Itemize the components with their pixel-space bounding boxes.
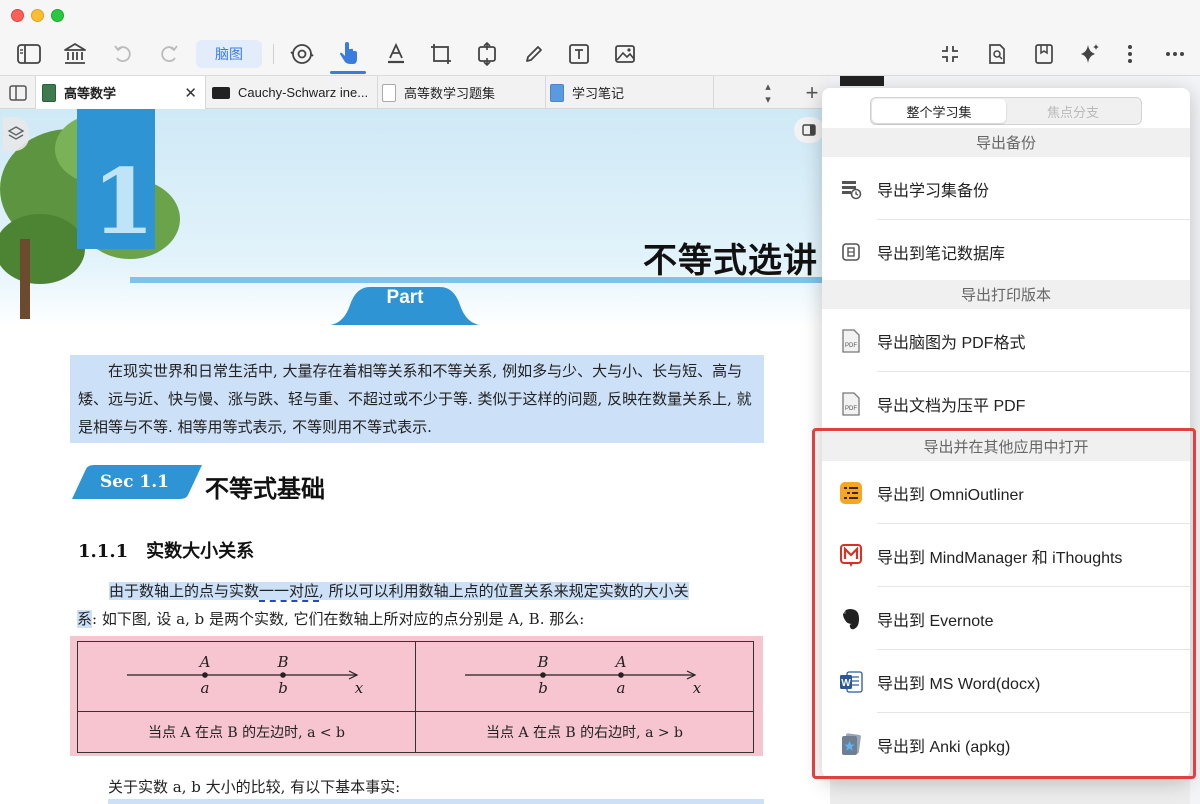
svg-text:PDF: PDF <box>845 406 857 412</box>
section-title: 不等式基础 <box>205 476 325 503</box>
tab-study-notes[interactable]: 学习笔记 <box>546 76 714 109</box>
close-tab-icon[interactable]: ✕ <box>184 84 197 102</box>
export-flat-pdf-item[interactable]: PDF 导出文档为压平 PDF <box>822 372 1190 435</box>
note-thumbnail-icon <box>212 86 230 99</box>
collapse-icon[interactable] <box>935 38 965 70</box>
axis-label: x <box>354 679 363 697</box>
item-label: 导出到笔记数据库 <box>877 245 1006 263</box>
section-header-print: 导出打印版本 <box>822 280 1190 309</box>
bookmark-icon[interactable] <box>1029 38 1059 70</box>
highlighted-text[interactable]: 系 <box>77 610 93 628</box>
axis-label: x <box>692 679 701 697</box>
paragraph-comparison: 关于实数 a, b 大小的比较, 有以下基本事实: <box>108 778 401 796</box>
panel-toggle-icon[interactable] <box>794 117 824 143</box>
book-cover-icon <box>42 83 56 102</box>
point-label: A <box>197 653 210 671</box>
export-mindmap-pdf-item[interactable]: PDF 导出脑图为 PDF格式 <box>822 309 1190 372</box>
chapter-number: 1 <box>92 149 155 255</box>
undo-icon[interactable] <box>108 38 138 70</box>
more-vertical-icon[interactable] <box>1118 38 1142 70</box>
redo-icon[interactable] <box>154 38 184 70</box>
paragraph-number-line: 由于数轴上的点与实数一一对应, 所以可以利用数轴上点的位置关系来规定实数的大小关… <box>77 582 689 628</box>
figure-cell-left: A B a b x <box>77 641 416 712</box>
export-set-backup-item[interactable]: 导出学习集备份 <box>822 157 1190 220</box>
dashed-annotation[interactable]: 一一对应 <box>259 582 320 602</box>
tab-gaodeng-shuxue[interactable]: 高等数学 ✕ <box>36 76 206 109</box>
tab-label: 学习笔记 <box>572 86 625 101</box>
tab-cauchy-schwarz[interactable]: Cauchy-Schwarz ine... <box>206 76 378 109</box>
value-label: a <box>200 679 209 697</box>
item-label: 导出文档为压平 PDF <box>877 397 1026 415</box>
image-icon[interactable] <box>610 38 640 70</box>
highlighted-text[interactable]: 由于数轴上的点与实数一一对应, 所以可以利用数轴上点的位置关系来规定实数的大小关 <box>109 582 689 602</box>
page-thumbnail[interactable] <box>840 76 884 86</box>
tab-overflow-chevron-icon[interactable]: ▴ ▾ <box>750 76 786 109</box>
number-line-diagram: A B a b x <box>126 653 363 697</box>
pdf-icon: PDF <box>839 391 863 416</box>
chapter-banner: 1 不等式选讲 Part <box>0 109 830 327</box>
more-horizontal-icon[interactable] <box>1160 38 1190 70</box>
mindmap-button[interactable]: 脑图 <box>196 40 262 68</box>
crop-frame-icon[interactable] <box>426 38 456 70</box>
figure-caption-right: 当点 A 在点 B 的右边时, a > b <box>415 711 754 753</box>
segment-whole-set[interactable]: 整个学习集 <box>872 99 1006 123</box>
window-toolbar: 脑图 <box>0 0 1200 76</box>
active-tool-indicator <box>330 71 366 74</box>
document-icon <box>382 83 396 102</box>
text-color-icon[interactable] <box>381 38 411 70</box>
intro-paragraph: 在现实世界和日常生活中, 大量存在着相等关系和不等关系, 例如多与少、大与小、长… <box>70 355 764 443</box>
resize-frame-icon[interactable] <box>472 38 502 70</box>
section-header-backup: 导出备份 <box>822 128 1190 157</box>
sparkle-ai-icon[interactable] <box>1075 38 1105 70</box>
point-label: B <box>276 653 288 671</box>
minimize-window-button[interactable] <box>31 9 44 22</box>
number-line-diagram: B A b a x <box>464 653 701 697</box>
part-label: Part <box>386 287 424 308</box>
section-badge-label: Sec 1.1 <box>100 472 169 492</box>
chapter-title: 不等式选讲 <box>643 242 818 280</box>
point-label: B <box>536 653 548 671</box>
figure-caption-left: 当点 A 在点 B 的左边时, a < b <box>77 711 416 753</box>
item-label: 导出学习集备份 <box>877 182 990 200</box>
pointer-hand-icon[interactable] <box>333 38 363 70</box>
segment-focus-branch[interactable]: 焦点分支 <box>1006 99 1140 123</box>
tab-label: Cauchy-Schwarz ine... <box>238 85 369 100</box>
value-label: b <box>538 679 548 697</box>
tab-exercise-set[interactable]: 高等数学习题集 <box>378 76 546 109</box>
tab-label: 高等数学习题集 <box>404 86 496 101</box>
subsection-title: 1.1.1 实数大小关系 <box>78 541 255 562</box>
notebook-icon <box>550 83 564 102</box>
layers-icon[interactable] <box>3 117 29 151</box>
number-line-figure: A B a b x B A b a x 当点 A 在点 B 的左边时, a < … <box>70 636 763 756</box>
pen-icon[interactable] <box>519 38 549 70</box>
popover-backdrop-strip <box>830 776 1190 804</box>
backup-icon <box>839 177 863 201</box>
svg-text:PDF: PDF <box>845 343 857 349</box>
split-view-icon[interactable] <box>0 76 36 109</box>
document-search-icon[interactable] <box>982 38 1012 70</box>
banner-stripe <box>130 277 830 283</box>
export-note-database-item[interactable]: 导出到笔记数据库 <box>822 220 1190 283</box>
highlighted-text-fragment[interactable] <box>108 799 764 804</box>
text-box-icon[interactable] <box>564 38 594 70</box>
zoom-window-button[interactable] <box>51 9 64 22</box>
figure-cell-right: B A b a x <box>415 641 754 712</box>
pdf-icon: PDF <box>839 328 863 353</box>
tab-label: 高等数学 <box>64 86 117 101</box>
toolbar-divider <box>273 44 274 64</box>
annotation-highlight-box <box>812 428 1196 779</box>
value-label: a <box>616 679 625 697</box>
sidebar-toggle-icon[interactable] <box>14 38 44 70</box>
sync-settings-icon[interactable] <box>287 38 317 70</box>
close-window-button[interactable] <box>11 9 24 22</box>
tab-bar: 高等数学 ✕ Cauchy-Schwarz ine... 高等数学习题集 学习笔… <box>0 76 830 109</box>
point-label: A <box>613 653 626 671</box>
value-label: b <box>278 679 288 697</box>
database-icon <box>839 240 863 264</box>
scope-segmented-control: 整个学习集 焦点分支 <box>870 97 1142 125</box>
library-icon[interactable] <box>60 38 90 70</box>
item-label: 导出脑图为 PDF格式 <box>877 334 1026 352</box>
document-page: 1 不等式选讲 Part 在现实世界和日常生活中, 大量存在着相等关系和不等关系… <box>0 109 830 804</box>
